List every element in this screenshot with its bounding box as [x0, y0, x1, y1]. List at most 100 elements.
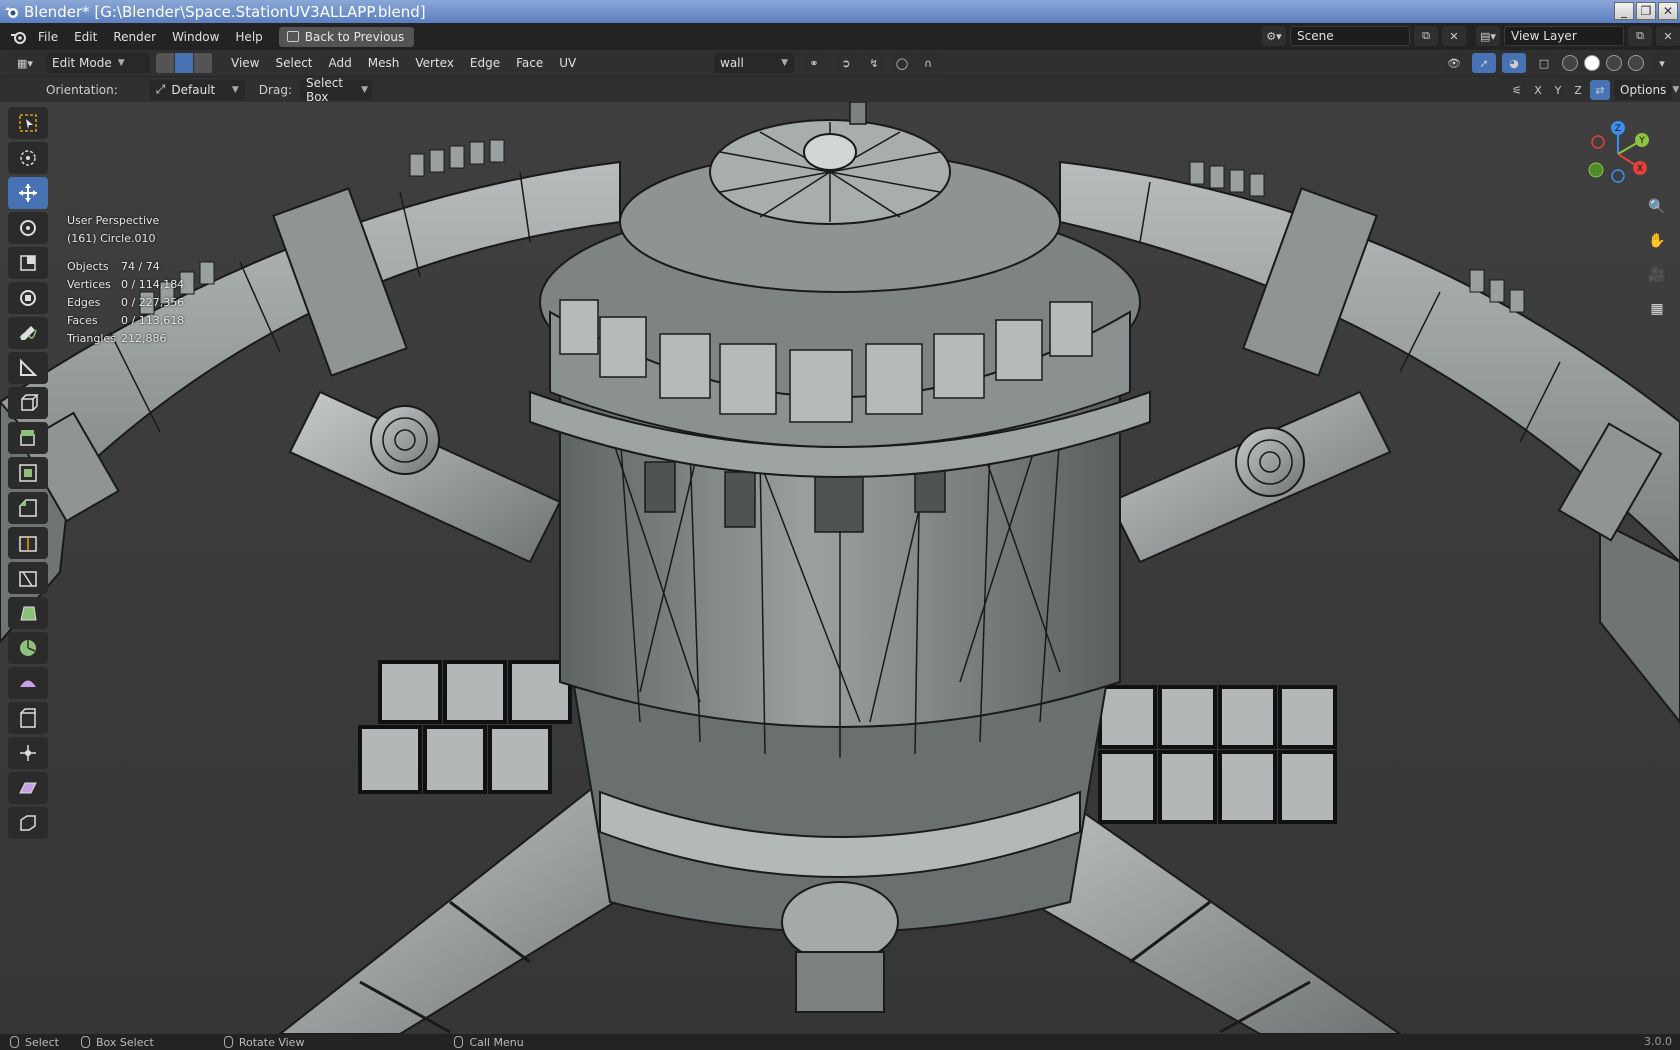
stat-row: Triangles 212,886	[67, 332, 167, 345]
xray-toggle-icon[interactable]: □	[1532, 53, 1556, 73]
orientation-value: Default	[171, 82, 216, 97]
face-select-button[interactable]	[194, 53, 213, 73]
axis-x-toggle[interactable]: X	[1530, 80, 1546, 100]
minimize-button[interactable]: _	[1614, 2, 1634, 20]
shear-tool[interactable]	[8, 772, 48, 804]
menu-add[interactable]: Add	[321, 56, 360, 70]
zoom-icon[interactable]: 🔍	[1644, 194, 1670, 220]
vertex-group-dropdown[interactable]: wall ▼	[714, 53, 794, 73]
transform-tool[interactable]	[8, 282, 48, 314]
navigation-gizmo[interactable]: Z Y X	[1572, 118, 1664, 190]
smooth-tool[interactable]	[8, 667, 48, 699]
snap-icon[interactable]: ➲	[834, 53, 858, 73]
cursor-tool[interactable]	[8, 142, 48, 174]
measure-tool[interactable]	[8, 352, 48, 384]
delete-scene-icon[interactable]: ✕	[1442, 26, 1466, 46]
shading-options-icon[interactable]: ▾	[1650, 53, 1674, 73]
pan-hand-icon[interactable]: ✋	[1644, 228, 1670, 254]
camera-view-icon[interactable]: 🎥	[1644, 262, 1670, 288]
new-view-layer-icon[interactable]: ⧉	[1628, 26, 1652, 46]
back-to-previous-button[interactable]: Back to Previous	[278, 26, 415, 47]
loop-cut-tool[interactable]	[8, 527, 48, 559]
mirror-icon[interactable]: ⚟	[1508, 80, 1526, 100]
overlay-toggle-icon[interactable]: ◕	[1502, 53, 1526, 73]
gizmo-neg-x-icon[interactable]	[1591, 135, 1605, 149]
version-label: 3.0.0	[1644, 1035, 1672, 1048]
transform-icon	[20, 290, 36, 306]
gizmo-z-label: Z	[1615, 124, 1621, 134]
spin-tool[interactable]	[8, 632, 48, 664]
blender-menu-icon[interactable]	[8, 29, 30, 45]
scene-field[interactable]: Scene	[1290, 26, 1410, 46]
view-layer-field[interactable]: View Layer	[1504, 26, 1624, 46]
gizmo-toggle-icon[interactable]: ➚	[1472, 53, 1496, 73]
annotate-tool[interactable]	[8, 317, 48, 349]
options-dropdown[interactable]: Options ▼	[1614, 80, 1679, 100]
wireframe-shading-icon[interactable]	[1562, 55, 1578, 71]
loop-cut-icon	[19, 536, 37, 552]
menu-help[interactable]: Help	[227, 30, 270, 44]
delete-view-layer-icon[interactable]: ✕	[1656, 26, 1680, 46]
visibility-icon[interactable]: 👁	[1442, 53, 1466, 73]
axis-z-toggle[interactable]: Z	[1570, 80, 1586, 100]
auto-merge-icon[interactable]: ⇄	[1590, 80, 1610, 100]
snap-target-icon[interactable]: ↯	[862, 53, 886, 73]
scale-tool[interactable]	[8, 247, 48, 279]
tool-shelf	[8, 107, 50, 839]
orientation-dropdown[interactable]: ⤢ Default ▼	[149, 79, 245, 100]
edge-slide-tool[interactable]	[8, 702, 48, 734]
poly-build-tool[interactable]	[8, 597, 48, 629]
menu-mesh[interactable]: Mesh	[360, 56, 408, 70]
stat-row: Objects 74 / 74	[67, 260, 160, 273]
falloff-icon[interactable]: ∩	[916, 53, 940, 73]
axis-y-toggle[interactable]: Y	[1550, 80, 1566, 100]
rip-region-tool[interactable]	[8, 807, 48, 839]
rotate-tool[interactable]	[8, 212, 48, 244]
blender-logo-icon	[5, 6, 18, 18]
view-layer-browse-icon[interactable]: ▤▾	[1476, 26, 1500, 46]
extrude-tool[interactable]	[8, 422, 48, 454]
knife-tool[interactable]	[8, 562, 48, 594]
menu-face[interactable]: Face	[508, 56, 551, 70]
restore-button[interactable]: ❐	[1636, 2, 1656, 20]
scene-browse-icon[interactable]: ⚙▾	[1262, 26, 1286, 46]
move-tool[interactable]	[8, 177, 48, 209]
proportional-edit-icon[interactable]: ◯	[890, 53, 914, 73]
menu-render[interactable]: Render	[105, 30, 164, 44]
close-button[interactable]: ✕	[1658, 2, 1678, 20]
editor-type-icon[interactable]: ▦▾	[8, 53, 42, 73]
menu-vertex[interactable]: Vertex	[407, 56, 462, 70]
shrink-fatten-tool[interactable]	[8, 737, 48, 769]
menu-edit[interactable]: Edit	[66, 30, 105, 44]
menu-window[interactable]: Window	[164, 30, 227, 44]
gizmo-neg-y-icon[interactable]	[1588, 162, 1604, 178]
transform-pivot-icon[interactable]: ⚭	[802, 53, 826, 73]
bevel-tool[interactable]	[8, 492, 48, 524]
cursor-icon	[20, 150, 36, 166]
edge-select-button[interactable]	[175, 53, 194, 73]
material-shading-icon[interactable]	[1606, 55, 1622, 71]
title-bar: Blender* [G:\Blender\Space.StationUV3ALL…	[0, 0, 1680, 23]
drag-dropdown[interactable]: Select Box ▼	[299, 76, 372, 104]
menu-file[interactable]: File	[30, 30, 66, 44]
gizmo-y-label: Y	[1638, 136, 1645, 146]
select-box-tool[interactable]	[8, 107, 48, 139]
inset-tool[interactable]	[8, 457, 48, 489]
gizmo-neg-z-icon[interactable]	[1611, 169, 1625, 183]
add-cube-tool[interactable]	[8, 387, 48, 419]
mode-dropdown[interactable]: Edit Mode ▼	[46, 53, 150, 73]
vertex-group-label: wall	[720, 56, 744, 70]
menu-view[interactable]: View	[223, 56, 267, 70]
chevron-down-icon: ▼	[1672, 85, 1680, 95]
vertex-select-button[interactable]	[156, 53, 175, 73]
menu-select[interactable]: Select	[267, 56, 320, 70]
select-mode-toggle	[156, 53, 213, 73]
rendered-shading-icon[interactable]	[1628, 55, 1644, 71]
solid-shading-icon[interactable]	[1584, 55, 1600, 71]
menu-uv[interactable]: UV	[551, 56, 584, 70]
new-scene-icon[interactable]: ⧉	[1414, 26, 1438, 46]
3d-viewport[interactable]: User Perspective (161) Circle.010 Object…	[0, 102, 1680, 1034]
menu-edge[interactable]: Edge	[462, 56, 508, 70]
perspective-grid-icon[interactable]: ▦	[1644, 296, 1670, 322]
mouse-left-icon	[10, 1036, 19, 1048]
